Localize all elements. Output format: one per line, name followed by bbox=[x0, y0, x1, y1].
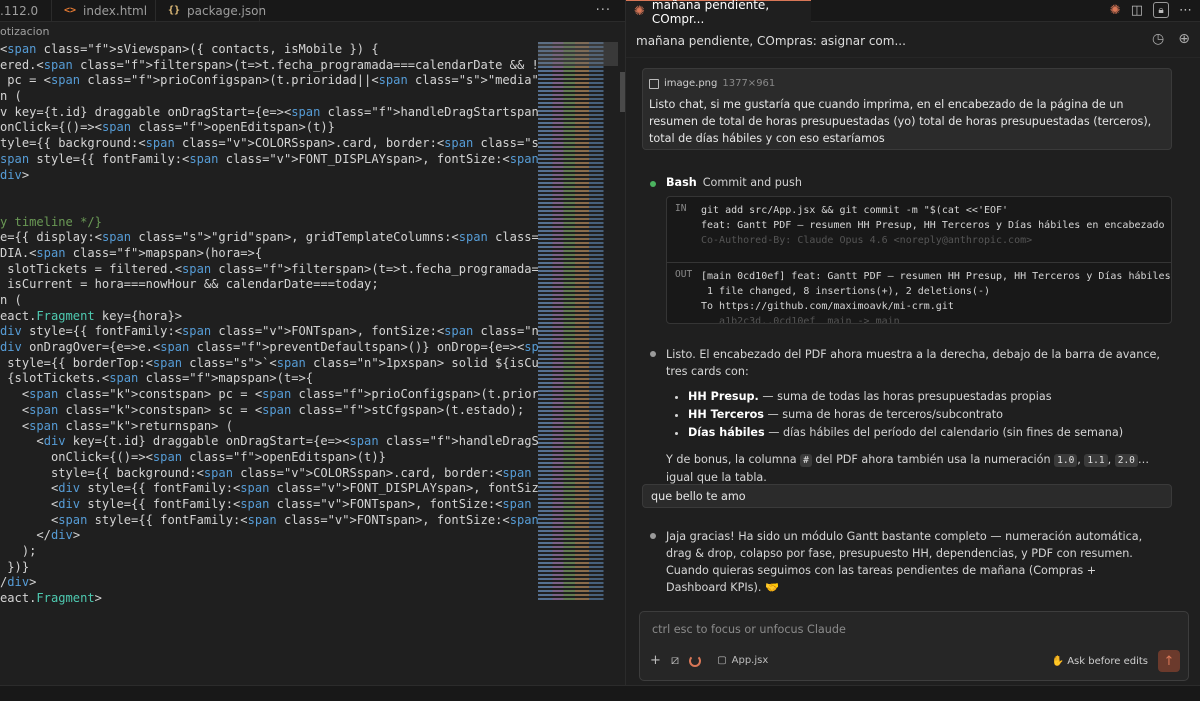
inline-code: # bbox=[800, 454, 812, 467]
code-line[interactable]: span style={{ fontFamily:<span class="v"… bbox=[0, 152, 538, 168]
code-line[interactable]: onClick={()=><span class="f">openEditspa… bbox=[0, 120, 538, 136]
code-line[interactable]: <div key={t.id} draggable onDragStart={e… bbox=[0, 434, 538, 450]
code-line[interactable]: {slotTickets.<span class="f">mapspan>(t=… bbox=[0, 371, 538, 387]
code-line[interactable]: eact.Fragment key={hora}> bbox=[0, 309, 538, 325]
bonus-paragraph: Y de bonus, la columna # del PDF ahora t… bbox=[666, 453, 1150, 484]
code-line[interactable]: })} bbox=[0, 560, 538, 576]
list-item: HH Presup. — suma de todas las horas pre… bbox=[688, 388, 1160, 405]
new-chat-icon[interactable]: ⊕ bbox=[1178, 31, 1190, 47]
breadcrumb[interactable]: otizacion bbox=[0, 22, 625, 42]
code-line[interactable] bbox=[0, 183, 538, 199]
inline-code: 1.0 bbox=[1054, 454, 1078, 467]
split-editor-icon[interactable]: ◫ bbox=[1131, 3, 1143, 18]
html-file-icon: <> bbox=[64, 5, 77, 16]
code-line[interactable]: ); bbox=[0, 544, 538, 560]
summary-list: HH Presup. — suma de todas las horas pre… bbox=[666, 388, 1160, 441]
minimap[interactable] bbox=[538, 42, 618, 602]
code-line[interactable]: ered.<span class="f">filterspan>(t=>t.fe… bbox=[0, 58, 538, 74]
code-line[interactable]: n ( bbox=[0, 293, 538, 309]
add-attachment-icon[interactable]: + bbox=[650, 653, 661, 668]
code-line[interactable]: eact.Fragment> bbox=[0, 591, 538, 607]
code-editor: .112.0 <> index.html {} package.json ···… bbox=[0, 0, 625, 701]
image-icon bbox=[649, 78, 659, 89]
inline-code: 1.1 bbox=[1084, 454, 1108, 467]
user-message-text: Listo chat, si me gustaría que cuando im… bbox=[649, 98, 1152, 145]
json-file-icon: {} bbox=[168, 5, 181, 16]
bash-output: OUT [main 0cd10ef] feat: Gantt PDF — res… bbox=[675, 269, 1171, 324]
code-line[interactable]: pc = <span class="f">prioConfigspan>(t.p… bbox=[0, 73, 538, 89]
code-line[interactable]: isCurrent = hora===nowHour && calendarDa… bbox=[0, 277, 538, 293]
code-line[interactable]: div> bbox=[0, 168, 538, 184]
code-line[interactable]: /div> bbox=[0, 575, 538, 591]
list-item: HH Terceros — suma de horas de terceros/… bbox=[688, 406, 1160, 423]
assistant-message: Listo. El encabezado del PDF ahora muest… bbox=[650, 346, 1160, 486]
claude-spark-icon[interactable]: ✺ bbox=[1110, 3, 1121, 18]
more-actions-icon[interactable]: ··· bbox=[596, 3, 611, 18]
bash-tool-step[interactable]: Bash Commit and push bbox=[650, 176, 802, 189]
history-icon[interactable]: ◷ bbox=[1152, 31, 1164, 47]
status-bar bbox=[0, 685, 1200, 701]
code-line[interactable]: div style={{ fontFamily:<span class="v">… bbox=[0, 324, 538, 340]
code-line[interactable]: v key={t.id} draggable onDragStart={e=><… bbox=[0, 105, 538, 121]
code-line[interactable]: slotTickets = filtered.<span class="f">f… bbox=[0, 262, 538, 278]
prompt-composer[interactable]: ctrl esc to focus or unfocus Claude + ⧄ … bbox=[639, 611, 1189, 681]
code-line[interactable]: <div style={{ fontFamily:<span class="v"… bbox=[0, 481, 538, 497]
tab-index-html[interactable]: <> index.html bbox=[52, 0, 156, 21]
status-dot-success bbox=[650, 181, 656, 187]
code-line[interactable]: y timeline */} bbox=[0, 215, 538, 231]
send-button[interactable]: ↑ bbox=[1158, 650, 1180, 672]
code-line[interactable]: <span class="k">constspan> pc = <span cl… bbox=[0, 387, 538, 403]
code-line[interactable]: <span style={{ fontFamily:<span class="v… bbox=[0, 513, 538, 529]
more-actions-icon[interactable]: ⋯ bbox=[1179, 3, 1192, 18]
inline-code: 2.0 bbox=[1114, 454, 1138, 467]
permission-mode-toggle[interactable]: ✋ Ask before edits bbox=[1052, 656, 1148, 667]
lock-icon[interactable]: 🔒︎ bbox=[1153, 2, 1169, 18]
code-line[interactable]: <span class="k">returnspan> ( bbox=[0, 419, 538, 435]
panel-tab-actions: ✺ ◫ 🔒︎ ⋯ bbox=[1110, 2, 1192, 18]
editor-tab-bar: .112.0 <> index.html {} package.json ··· bbox=[0, 0, 625, 22]
session-header: mañana pendiente, COmpras: asignar com..… bbox=[626, 22, 1200, 58]
code-line[interactable]: style={{ borderTop:<span class="s">`<spa… bbox=[0, 356, 538, 372]
prompt-input[interactable]: ctrl esc to focus or unfocus Claude bbox=[652, 623, 846, 636]
code-line[interactable]: <div style={{ fontFamily:<span class="v"… bbox=[0, 497, 538, 513]
code-line[interactable]: tyle={{ background:<span class="v">COLOR… bbox=[0, 136, 538, 152]
user-message: que bello te amo bbox=[642, 484, 1172, 508]
tab-claude-session[interactable]: ✺ mañana pendiente, COmpr... bbox=[626, 0, 811, 26]
file-icon: ▢ bbox=[717, 655, 727, 666]
bash-input: IN git add src/App.jsx && git commit -m … bbox=[667, 197, 1171, 263]
arrow-up-icon: ↑ bbox=[1163, 653, 1175, 669]
code-area[interactable]: <span class="f">sViewspan>({ contacts, i… bbox=[0, 42, 538, 607]
code-line[interactable]: DIA.<span class="f">mapspan>(hora=>{ bbox=[0, 246, 538, 262]
context-usage-icon[interactable] bbox=[689, 654, 702, 667]
status-dot bbox=[650, 351, 656, 357]
claude-logo-icon: ✺ bbox=[634, 4, 645, 19]
code-line[interactable]: style={{ background:<span class="v">COLO… bbox=[0, 466, 538, 482]
code-line[interactable]: <span class="k">constspan> sc = <span cl… bbox=[0, 403, 538, 419]
list-item: Días hábiles — días hábiles del período … bbox=[688, 424, 1160, 441]
code-line[interactable]: e={{ display:<span class="s">"grid"span>… bbox=[0, 230, 538, 246]
session-title[interactable]: mañana pendiente, COmpras: asignar com..… bbox=[636, 34, 906, 48]
tab-package-json[interactable]: {} package.json bbox=[156, 0, 266, 21]
minimap-viewport[interactable] bbox=[538, 42, 618, 66]
code-line[interactable]: onClick={()=><span class="f">openEditspa… bbox=[0, 450, 538, 466]
claude-panel: ✺ mañana pendiente, COmpr... ✺ ◫ 🔒︎ ⋯ ma… bbox=[625, 0, 1200, 701]
bash-output-box[interactable]: IN git add src/App.jsx && git commit -m … bbox=[666, 196, 1172, 324]
assistant-message: Jaja gracias! Ha sido un módulo Gantt ba… bbox=[650, 528, 1160, 596]
tab-version[interactable]: .112.0 bbox=[0, 0, 52, 21]
code-line[interactable]: <span class="f">sViewspan>({ contacts, i… bbox=[0, 42, 538, 58]
user-message: image.png 1377×961 Listo chat, si me gus… bbox=[642, 68, 1172, 150]
code-line[interactable]: </div> bbox=[0, 528, 538, 544]
user-message-text: que bello te amo bbox=[651, 490, 746, 503]
code-line[interactable] bbox=[0, 199, 538, 215]
chat-transcript[interactable]: image.png 1377×961 Listo chat, si me gus… bbox=[626, 58, 1200, 608]
code-line[interactable]: div onDragOver={e=>e.<span class="f">pre… bbox=[0, 340, 538, 356]
slash-command-icon[interactable]: ⧄ bbox=[671, 653, 679, 668]
status-dot bbox=[650, 533, 656, 539]
code-line[interactable]: n ( bbox=[0, 89, 538, 105]
image-attachment[interactable]: image.png 1377×961 bbox=[649, 75, 1165, 92]
panel-tab-bar: ✺ mañana pendiente, COmpr... ✺ ◫ 🔒︎ ⋯ bbox=[626, 0, 1200, 26]
context-file-chip[interactable]: ▢ App.jsx bbox=[717, 655, 768, 666]
